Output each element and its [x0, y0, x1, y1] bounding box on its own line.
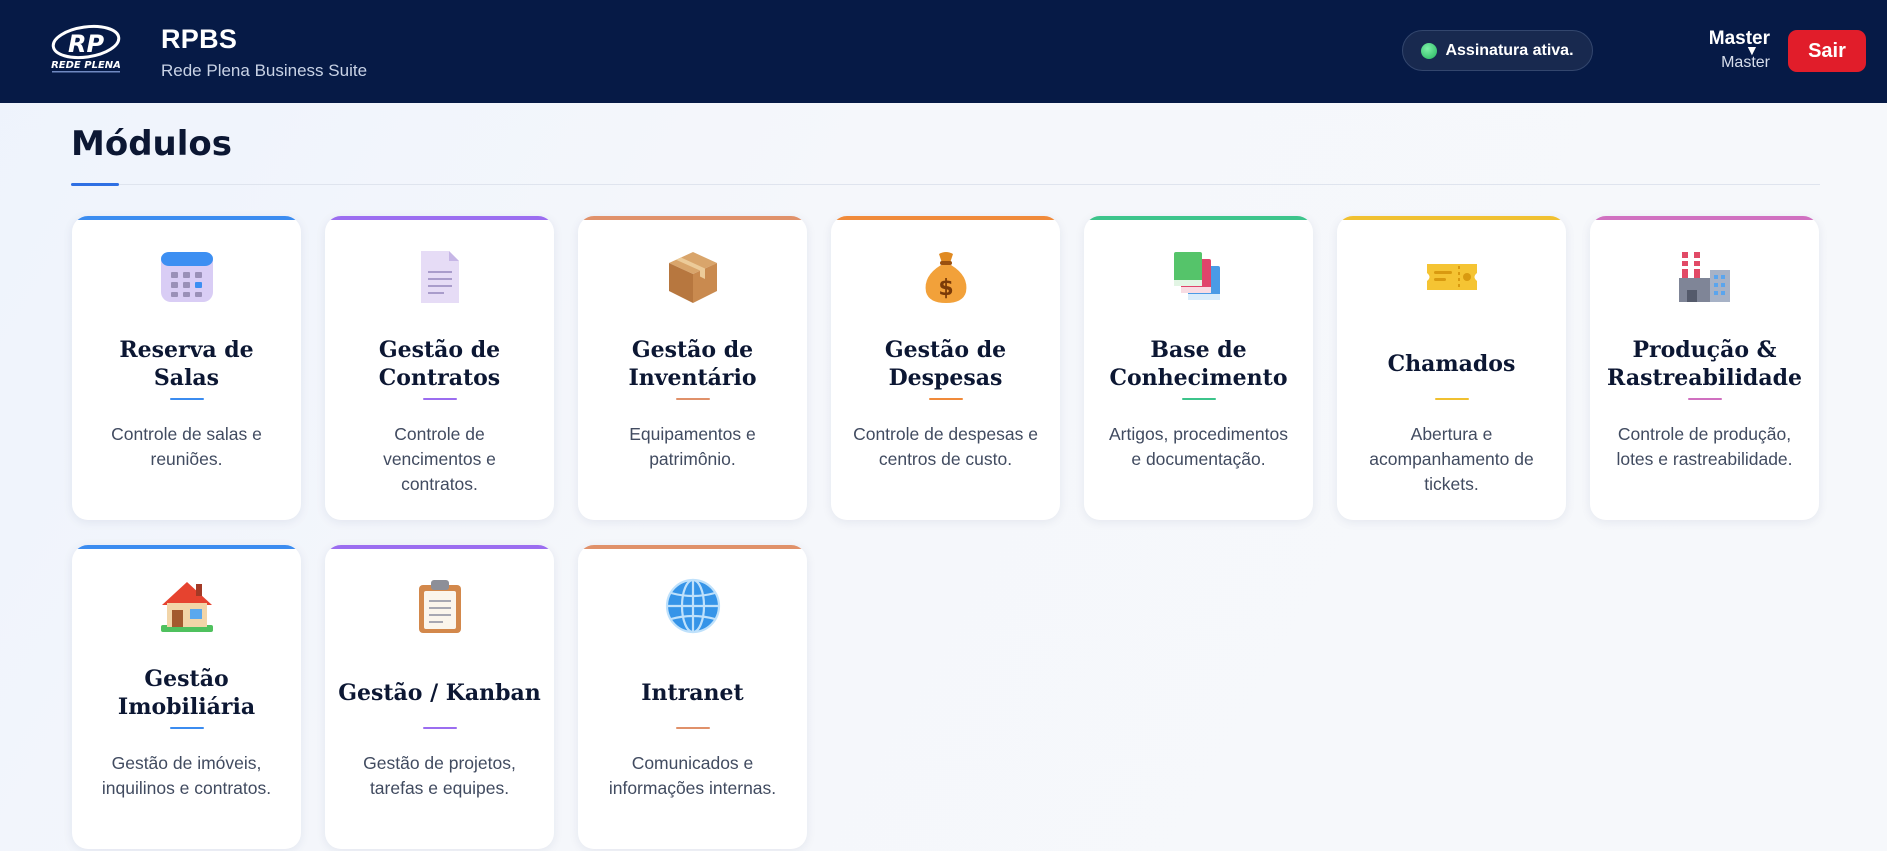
card-accent-bar [578, 216, 807, 220]
ticket-icon [1423, 248, 1481, 306]
card-accent-bar [72, 216, 301, 220]
caret-down-icon[interactable]: ▼ [1745, 42, 1759, 58]
module-title: Base de Conhecimento [1109, 337, 1288, 391]
module-title: Gestão Imobiliária [117, 666, 256, 720]
module-card[interactable]: Gestão de Contratos Controle de venciment… [325, 216, 554, 520]
card-accent-bar [72, 545, 301, 549]
module-description: Gestão de projetos, tarefas e equipes. [363, 753, 516, 798]
module-description: Artigos, procedimentos e documentação. [1109, 424, 1288, 469]
top-navbar: RP REDE PLENA RPBS Rede Plena Business S… [0, 0, 1887, 103]
module-description: Comunicados e informações internas. [608, 753, 777, 798]
app-title: RPBS [161, 24, 238, 54]
module-card[interactable]: Gestão de Inventário Equipamentos e patri… [578, 216, 807, 520]
rede-plena-logo[interactable]: RP REDE PLENA [42, 24, 130, 74]
module-card[interactable]: Intranet Comunicados e informações intern… [578, 545, 807, 849]
card-accent-bar [1337, 216, 1566, 220]
card-title-wrap: Gestão de Contratos [337, 326, 542, 402]
module-card[interactable]: Gestão Imobiliária Gestão de imóveis, inq… [72, 545, 301, 849]
globe-icon [664, 577, 722, 635]
card-accent-bar [578, 545, 807, 549]
card-title-wrap: Produção & Rastreabilidade [1602, 326, 1807, 402]
svg-text:$: $ [938, 276, 953, 301]
status-dot-icon [1421, 42, 1438, 59]
house-icon [158, 577, 216, 635]
module-description: Abertura e acompanhamento de tickets. [1369, 424, 1534, 494]
card-accent-bar [831, 216, 1060, 220]
module-title: Chamados [1387, 351, 1516, 377]
card-accent-bar [325, 545, 554, 549]
module-title: Reserva de Salas [119, 337, 254, 391]
module-description: Controle de despesas e centros de custo. [853, 424, 1038, 469]
card-divider [1181, 398, 1216, 400]
card-divider [169, 398, 204, 400]
module-description: Controle de produção, lotes e rastreabil… [1616, 424, 1793, 469]
module-title: Gestão de Inventário [628, 337, 757, 391]
books-icon [1170, 248, 1228, 306]
brand-block: RPBS Rede Plena Business Suite [161, 24, 367, 81]
card-divider [422, 727, 457, 729]
module-title: Produção & Rastreabilidade [1607, 337, 1802, 391]
module-title: Gestão / Kanban [338, 680, 541, 706]
card-title-wrap: Intranet [590, 655, 795, 731]
module-description: Gestão de imóveis, inquilinos e contrato… [101, 753, 272, 798]
module-description: Controle de vencimentos e contratos. [383, 424, 496, 494]
card-accent-bar [1084, 216, 1313, 220]
page-title: Módulos [71, 124, 232, 164]
clipboard-icon [411, 577, 469, 635]
card-title-wrap: Gestão de Inventário [590, 326, 795, 402]
module-title: Intranet [641, 680, 744, 706]
module-card[interactable]: Chamados Abertura e acompanhamento de tic… [1337, 216, 1566, 520]
card-accent-bar [325, 216, 554, 220]
card-title-wrap: Chamados [1349, 326, 1554, 402]
card-title-wrap: Reserva de Salas [84, 326, 289, 402]
module-card[interactable]: Base de Conhecimento Artigos, procediment… [1084, 216, 1313, 520]
section-divider [71, 184, 1820, 185]
svg-text:RP: RP [68, 30, 104, 58]
card-divider [1687, 398, 1722, 400]
card-divider [1434, 398, 1469, 400]
section-accent-bar [71, 183, 119, 186]
card-divider [928, 398, 963, 400]
card-divider [422, 398, 457, 400]
module-title: Gestão de Contratos [378, 337, 501, 391]
subscription-status-badge: Assinatura ativa. [1402, 30, 1593, 71]
subscription-status-text: Assinatura ativa. [1445, 41, 1574, 59]
module-card[interactable]: Gestão / Kanban Gestão de projetos, taref… [325, 545, 554, 849]
card-divider [169, 727, 204, 729]
module-description: Controle de salas e reuniões. [111, 424, 262, 469]
module-description: Equipamentos e patrimônio. [629, 424, 756, 469]
module-card[interactable]: Produção & Rastreabilidade Controle de pr… [1590, 216, 1819, 520]
card-divider [675, 398, 710, 400]
module-title: Gestão de Despesas [884, 337, 1007, 391]
card-title-wrap: Gestão de Despesas [843, 326, 1048, 402]
card-accent-bar [1590, 216, 1819, 220]
card-title-wrap: Gestão / Kanban [337, 655, 542, 731]
logout-button[interactable]: Sair [1788, 30, 1866, 72]
card-title-wrap: Gestão Imobiliária [84, 655, 289, 731]
svg-text:REDE PLENA: REDE PLENA [51, 60, 121, 71]
document-icon [411, 248, 469, 306]
factory-icon [1676, 248, 1734, 306]
module-card[interactable]: Reserva de Salas Controle de salas e reun… [72, 216, 301, 520]
card-title-wrap: Base de Conhecimento [1096, 326, 1301, 402]
card-divider [675, 727, 710, 729]
calendar-icon [158, 248, 216, 306]
app-subtitle: Rede Plena Business Suite [161, 61, 368, 80]
box-icon [664, 248, 722, 306]
module-card[interactable]: $ Gestão de Despesas Controle de despesas … [831, 216, 1060, 520]
money-bag-icon: $ [917, 248, 975, 306]
